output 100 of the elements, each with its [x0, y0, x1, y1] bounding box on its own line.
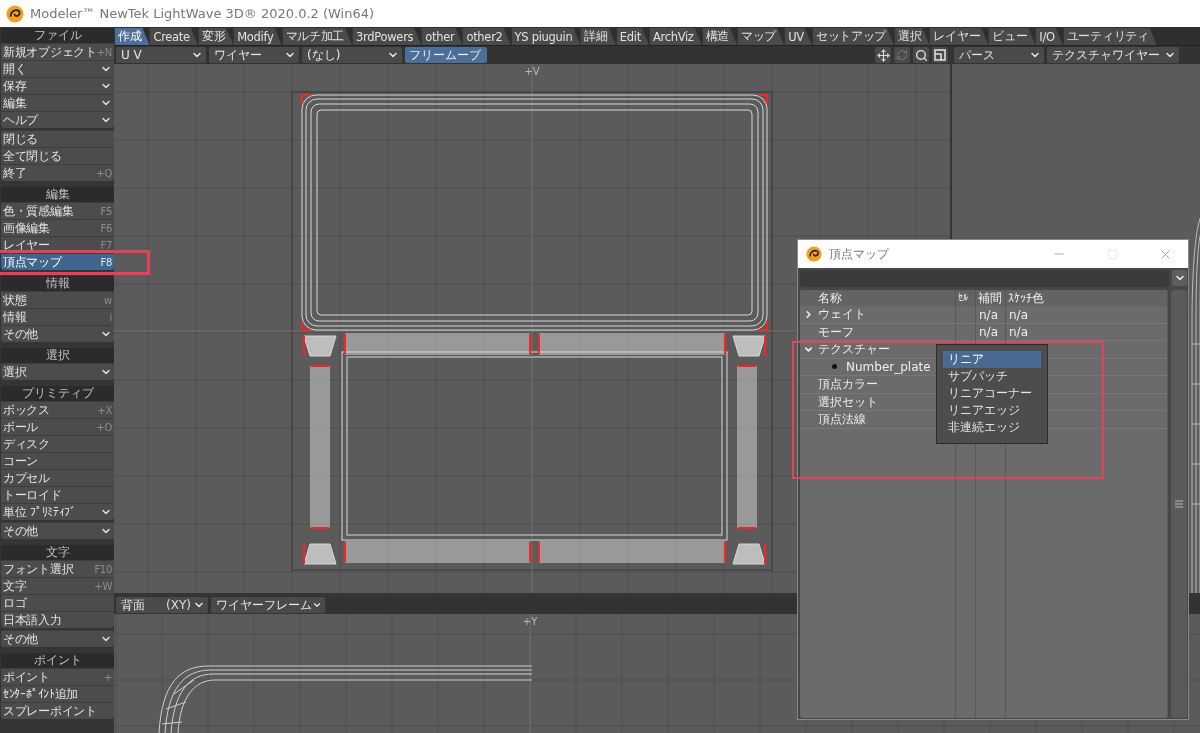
- sidebar-item[interactable]: ポイント +: [1, 668, 114, 685]
- sidebar-item[interactable]: ディスク: [1, 435, 114, 452]
- dropdown-button[interactable]: [1172, 270, 1187, 286]
- sidebar-item[interactable]: 状態 w: [1, 291, 114, 308]
- app-logo-icon: [806, 246, 822, 262]
- sidebar-item[interactable]: 色・質感編集 F5: [1, 202, 114, 219]
- tab[interactable]: マルチ加工: [281, 28, 353, 45]
- shortcut-label: F8: [100, 256, 112, 268]
- tab[interactable]: 選択: [894, 28, 930, 45]
- sidebar-item[interactable]: 文字 +W: [1, 577, 114, 594]
- sidebar-item[interactable]: ｾﾝﾀｰﾎﾟｲﾝﾄ追加: [1, 685, 114, 702]
- maximize-icon[interactable]: [932, 47, 948, 63]
- map-name[interactable]: 頂点法線: [818, 411, 866, 428]
- shortcut-label: +X: [97, 404, 112, 416]
- view-dropdown[interactable]: ワイヤー: [209, 47, 299, 63]
- move-icon[interactable]: [875, 47, 891, 63]
- shortcut-label: F6: [100, 222, 112, 234]
- sidebar-item[interactable]: 日本語入力: [1, 611, 114, 628]
- map-name[interactable]: モーフ: [818, 323, 854, 341]
- map-select-field[interactable]: [800, 269, 1169, 287]
- axis-label: +Y: [522, 616, 538, 627]
- sidebar-item[interactable]: 閉じる: [1, 130, 114, 147]
- map-name[interactable]: テクスチャー: [818, 341, 890, 358]
- projection-label: (XY): [166, 598, 191, 612]
- dialog-title: 頂点マップ: [829, 245, 889, 263]
- sidebar-item[interactable]: 保存: [1, 77, 114, 94]
- expander-chevron-right-icon[interactable]: [803, 309, 814, 320]
- sidebar-item[interactable]: ロゴ: [1, 594, 114, 611]
- shortcut-label: w: [104, 294, 112, 306]
- table-cell: n/a: [1006, 306, 1168, 323]
- menu-item[interactable]: リニアエッジ: [943, 402, 1041, 419]
- view-dropdown[interactable]: U V: [116, 47, 206, 63]
- map-name[interactable]: 選択セット: [818, 393, 878, 411]
- tab[interactable]: ビュー: [988, 28, 1036, 45]
- sidebar-item[interactable]: その他: [1, 630, 114, 647]
- shortcut-label: F5: [100, 205, 112, 217]
- tab[interactable]: 構造: [701, 28, 737, 45]
- tab[interactable]: マップ: [737, 28, 785, 45]
- sidebar-item[interactable]: 新規オブジェクト+N: [1, 43, 114, 60]
- map-name[interactable]: ウェイト: [818, 306, 866, 323]
- sidebar-item[interactable]: 単位 ﾌﾟﾘﾐﾃｨﾌﾞ: [1, 503, 114, 520]
- tab[interactable]: YS piuguin: [510, 28, 581, 45]
- sidebar-item[interactable]: その他: [1, 522, 114, 539]
- map-name[interactable]: 頂点カラー: [818, 376, 878, 393]
- tab[interactable]: レイヤー: [929, 28, 989, 45]
- view-dropdown[interactable]: (なし): [302, 47, 402, 63]
- tab[interactable]: ArchViz: [648, 28, 702, 45]
- sidebar-item[interactable]: ボックス +X: [1, 401, 114, 418]
- tab[interactable]: other2: [462, 28, 511, 45]
- sidebar-item[interactable]: カプセル: [1, 469, 114, 486]
- menu-item[interactable]: サブパッチ: [943, 368, 1041, 385]
- grip-icon: [1175, 500, 1183, 508]
- sidebar-item[interactable]: ヘルプ: [1, 111, 114, 128]
- sidebar-item[interactable]: 終了 +Q: [1, 164, 114, 181]
- view-dropdown[interactable]: ワイヤーフレーム: [211, 597, 325, 613]
- sidebar-item[interactable]: その他: [1, 325, 114, 342]
- tab[interactable]: 3rdPowers: [352, 28, 422, 45]
- menu-item[interactable]: リニア: [943, 351, 1041, 368]
- sidebar-item[interactable]: 編集: [1, 94, 114, 111]
- map-name[interactable]: Number_plate: [846, 359, 931, 374]
- sidebar-item[interactable]: ボール +O: [1, 418, 114, 435]
- tab[interactable]: ユーティリティ: [1062, 28, 1157, 45]
- column-header: 名称: [800, 290, 956, 306]
- sidebar-item[interactable]: 頂点マップ F8: [1, 253, 114, 270]
- window-title: Modeler™ NewTek LightWave 3D® 2020.0.2 (Win64): [30, 6, 375, 21]
- tab[interactable]: 詳細: [580, 28, 616, 45]
- free-move-toggle[interactable]: フリームーブ: [405, 47, 487, 63]
- column-header: 補間: [976, 290, 1006, 306]
- bullet-icon: [832, 364, 837, 370]
- scroll-bar[interactable]: [1171, 290, 1187, 718]
- menu-item[interactable]: 非連続エッジ: [943, 419, 1041, 436]
- shortcut-label: F7: [100, 239, 112, 251]
- tab[interactable]: Modify: [233, 28, 282, 45]
- tab[interactable]: 変形: [197, 28, 234, 45]
- tab[interactable]: other: [421, 28, 463, 45]
- app-logo-icon: [6, 4, 24, 23]
- tab[interactable]: UV: [784, 28, 812, 45]
- search-icon[interactable]: [913, 47, 929, 63]
- sidebar-item[interactable]: 画像編集 F6: [1, 219, 114, 236]
- table-cell: n/a: [1006, 323, 1168, 341]
- view-dropdown[interactable]: 背面 (XY): [116, 597, 208, 613]
- tab[interactable]: 作成: [114, 28, 150, 45]
- sidebar-item[interactable]: 全て閉じる: [1, 147, 114, 164]
- tab[interactable]: I/O: [1035, 28, 1063, 45]
- tab[interactable]: セットアップ: [811, 28, 894, 45]
- sidebar-item[interactable]: トーロイド: [1, 486, 114, 503]
- table-cell: n/a: [976, 306, 1006, 323]
- view-dropdown[interactable]: パース: [954, 47, 1044, 63]
- sidebar-item[interactable]: フォント選択 F10: [1, 560, 114, 577]
- sidebar-item[interactable]: 選択: [1, 363, 114, 380]
- shortcut-label: +Q: [96, 167, 112, 179]
- sidebar-item[interactable]: 開く: [1, 60, 114, 77]
- tab[interactable]: Edit: [615, 28, 649, 45]
- tab[interactable]: Create: [149, 28, 198, 45]
- sidebar-item[interactable]: コーン: [1, 452, 114, 469]
- expander-chevron-down-icon[interactable]: [803, 344, 814, 355]
- sidebar-item[interactable]: スプレーポイント: [1, 702, 114, 719]
- menu-item[interactable]: リニアコーナー: [943, 385, 1041, 402]
- view-dropdown[interactable]: テクスチャワイヤー: [1047, 47, 1179, 63]
- column-header: ｾﾙ: [956, 290, 976, 306]
